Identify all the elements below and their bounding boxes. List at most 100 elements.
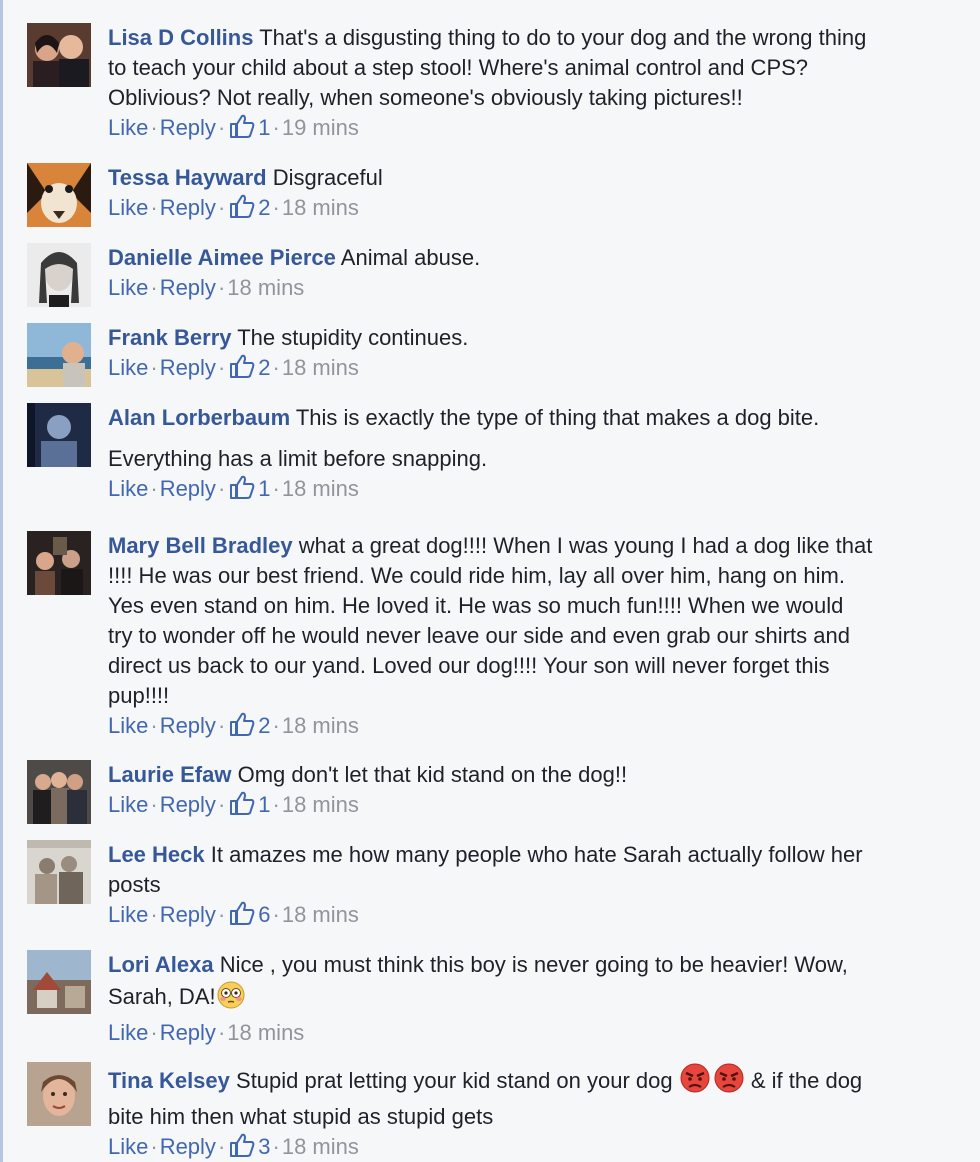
avatar[interactable] (27, 243, 91, 307)
comment-author-link[interactable]: Mary Bell Bradley (108, 533, 293, 558)
comment-author-link[interactable]: Alan Lorberbaum (108, 405, 290, 430)
comment-timestamp[interactable]: 18 mins (282, 195, 359, 220)
separator: · (150, 275, 158, 300)
avatar[interactable] (27, 163, 91, 227)
comment-actions: Like·Reply· 2·18 mins (108, 353, 968, 383)
like-link[interactable]: Like (108, 115, 148, 140)
comment-timestamp[interactable]: 19 mins (282, 115, 359, 140)
separator: · (217, 1020, 226, 1045)
comment-author-link[interactable]: Lori Alexa (108, 952, 214, 977)
comment-author-link[interactable]: Lisa D Collins (108, 25, 253, 50)
separator: · (150, 792, 158, 817)
comment-author-link[interactable]: Danielle Aimee Pierce (108, 245, 336, 270)
comment-timestamp[interactable]: 18 mins (227, 1020, 304, 1045)
reply-link[interactable]: Reply (160, 275, 216, 300)
thumbs-up-icon[interactable] (228, 900, 256, 926)
reply-link[interactable]: Reply (160, 1020, 216, 1045)
comment-timestamp[interactable]: 18 mins (227, 275, 304, 300)
thumbs-up-icon[interactable] (228, 113, 256, 139)
comment-actions: Like·Reply· 1·19 mins (108, 113, 968, 143)
like-count[interactable]: 2 (258, 195, 270, 220)
separator: · (150, 195, 158, 220)
thumbs-up-icon[interactable] (228, 353, 256, 379)
comment-timestamp[interactable]: 18 mins (282, 1134, 359, 1159)
separator: · (150, 1134, 158, 1159)
thumbs-up-icon[interactable] (228, 711, 256, 737)
separator: · (272, 476, 280, 501)
comment-text-paragraph: Everything has a limit before snapping. (108, 446, 488, 471)
comment-author-link[interactable]: Laurie Efaw (108, 762, 231, 787)
avatar[interactable] (27, 531, 91, 595)
like-link[interactable]: Like (108, 195, 148, 220)
like-link[interactable]: Like (108, 275, 148, 300)
comment-text: Disgraceful (272, 165, 383, 190)
separator: · (217, 1134, 226, 1159)
comment-author-link[interactable]: Tina Kelsey (108, 1068, 230, 1093)
separator: · (217, 195, 226, 220)
thumbs-up-icon[interactable] (228, 790, 256, 816)
separator: · (272, 713, 280, 738)
comment-author-link[interactable]: Frank Berry (108, 325, 232, 350)
separator: · (217, 792, 226, 817)
comment-text: Omg don't let that kid stand on the dog!… (237, 762, 628, 787)
separator: · (272, 902, 280, 927)
avatar[interactable] (27, 403, 91, 467)
flushed-face-emoji-icon (216, 980, 246, 1018)
avatar[interactable] (27, 760, 91, 824)
comment-timestamp[interactable]: 18 mins (282, 355, 359, 380)
comment-actions: Like·Reply· 6·18 mins (108, 900, 968, 930)
thumbs-up-icon[interactable] (228, 1132, 256, 1158)
comment-author-link[interactable]: Tessa Hayward (108, 165, 267, 190)
comment-actions: Like·Reply· 2·18 mins (108, 711, 968, 741)
comment-actions: Like·Reply·18 mins (108, 1018, 968, 1048)
like-link[interactable]: Like (108, 792, 148, 817)
separator: · (150, 902, 158, 927)
separator: · (272, 1134, 280, 1159)
avatar[interactable] (27, 840, 91, 904)
comment-actions: Like·Reply·18 mins (108, 273, 968, 303)
separator: · (272, 115, 280, 140)
comment-timestamp[interactable]: 18 mins (282, 713, 359, 738)
thumbs-up-icon[interactable] (228, 474, 256, 500)
like-count[interactable]: 1 (258, 476, 270, 501)
like-link[interactable]: Like (108, 476, 148, 501)
like-count[interactable]: 1 (258, 792, 270, 817)
reply-link[interactable]: Reply (160, 713, 216, 738)
reply-link[interactable]: Reply (160, 1134, 216, 1159)
comment-actions: Like·Reply· 1·18 mins (108, 790, 968, 820)
like-count[interactable]: 1 (258, 115, 270, 140)
like-link[interactable]: Like (108, 902, 148, 927)
avatar[interactable] (27, 23, 91, 87)
like-count[interactable]: 6 (258, 902, 270, 927)
separator: · (217, 476, 226, 501)
avatar[interactable] (27, 323, 91, 387)
avatar[interactable] (27, 950, 91, 1014)
like-link[interactable]: Like (108, 1020, 148, 1045)
comment-text: Stupid prat letting your kid stand on yo… (236, 1068, 673, 1093)
comment-timestamp[interactable]: 18 mins (282, 792, 359, 817)
reply-link[interactable]: Reply (160, 792, 216, 817)
reply-link[interactable]: Reply (160, 476, 216, 501)
separator: · (150, 115, 158, 140)
separator: · (217, 275, 226, 300)
comment-actions: Like·Reply· 3·18 mins (108, 1132, 968, 1162)
like-count[interactable]: 3 (258, 1134, 270, 1159)
comment-timestamp[interactable]: 18 mins (282, 476, 359, 501)
thumbs-up-icon[interactable] (228, 193, 256, 219)
reply-link[interactable]: Reply (160, 115, 216, 140)
comment-author-link[interactable]: Lee Heck (108, 842, 205, 867)
avatar[interactable] (27, 1062, 91, 1126)
separator: · (217, 355, 226, 380)
reply-link[interactable]: Reply (160, 355, 216, 380)
reply-link[interactable]: Reply (160, 195, 216, 220)
thread-left-rule (0, 0, 3, 1162)
comment-actions: Like·Reply· 2·18 mins (108, 193, 968, 223)
like-link[interactable]: Like (108, 1134, 148, 1159)
like-count[interactable]: 2 (258, 713, 270, 738)
comment-timestamp[interactable]: 18 mins (282, 902, 359, 927)
like-link[interactable]: Like (108, 713, 148, 738)
comment-text: The stupidity continues. (237, 325, 469, 350)
like-count[interactable]: 2 (258, 355, 270, 380)
reply-link[interactable]: Reply (160, 902, 216, 927)
like-link[interactable]: Like (108, 355, 148, 380)
